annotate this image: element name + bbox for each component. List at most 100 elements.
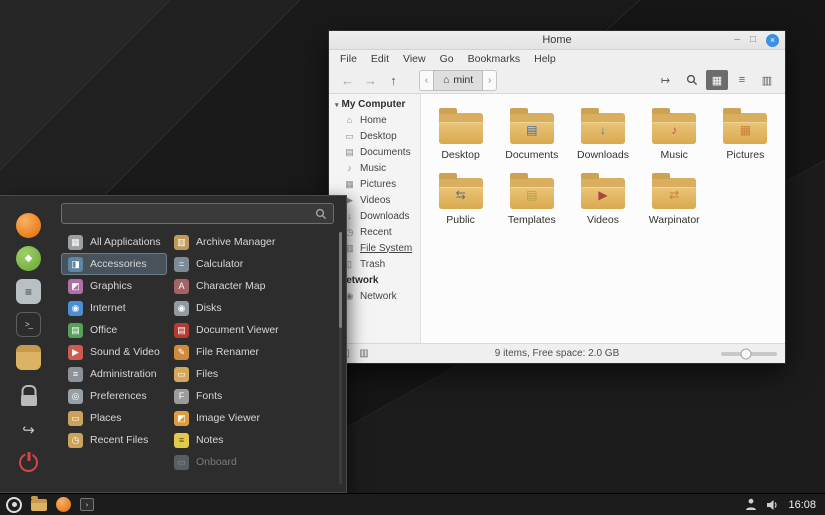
clock[interactable]: 16:08: [788, 499, 816, 511]
sidebar-item-music[interactable]: ♪ Music: [329, 160, 420, 176]
menu-app-character-map[interactable]: A Character Map: [167, 275, 334, 297]
desktop-surface[interactable]: Home – □ × FileEditViewGoBookmarksHelp ←…: [0, 0, 825, 515]
onboard-icon: ▭: [174, 455, 189, 470]
menu-app-disks[interactable]: ◉ Disks: [167, 297, 334, 319]
menubar-bookmarks[interactable]: Bookmarks: [461, 53, 528, 65]
menu-category-graphics[interactable]: ◩ Graphics: [61, 275, 167, 297]
file-desktop[interactable]: Desktop: [425, 102, 496, 163]
file-videos[interactable]: ▶ Videos: [567, 167, 638, 228]
menu-category-places[interactable]: ▭ Places: [61, 407, 167, 429]
menubar-help[interactable]: Help: [527, 53, 563, 65]
file-pictures[interactable]: ▦ Pictures: [710, 102, 781, 163]
menu-category-office[interactable]: ▤ Office: [61, 319, 167, 341]
menu-category-recent-files[interactable]: ◷ Recent Files: [61, 429, 167, 451]
sidebar-item-desktop[interactable]: ▭ Desktop: [329, 128, 420, 144]
menubar-go[interactable]: Go: [433, 53, 461, 65]
file-view[interactable]: Desktop ▤ Documents ↓ Downloads ♪ Music …: [421, 94, 785, 343]
menubar-edit[interactable]: Edit: [364, 53, 396, 65]
menu-app-calculator[interactable]: = Calculator: [167, 253, 334, 275]
menu-category-sound-video[interactable]: ▶ Sound & Video: [61, 341, 167, 363]
recent-files-icon: ◷: [68, 433, 83, 448]
breadcrumb-prev-button[interactable]: ‹: [419, 70, 433, 91]
music-folder-icon: ♪: [652, 113, 696, 144]
file-documents[interactable]: ▤ Documents: [496, 102, 567, 163]
window-title: Home: [542, 34, 571, 46]
firefox-shortcut[interactable]: [16, 213, 41, 238]
mint-menu: ◆ ≡ >_ ↪ ▦ All Applications ◨ Accessorie…: [0, 195, 347, 493]
menu-scrollbar-thumb[interactable]: [339, 232, 342, 328]
file-downloads[interactable]: ↓ Downloads: [567, 102, 638, 163]
system-settings-shortcut[interactable]: ≡: [16, 279, 41, 304]
menu-scrollbar[interactable]: [339, 232, 342, 484]
home-icon: ⌂: [344, 116, 355, 125]
back-button[interactable]: ←: [336, 70, 359, 91]
logout-button[interactable]: ↪: [16, 417, 41, 442]
places-icon: ▭: [68, 411, 83, 426]
titlebar[interactable]: Home – □ ×: [329, 31, 785, 50]
sidebar-item-documents[interactable]: ▤ Documents: [329, 144, 420, 160]
menubar-view[interactable]: View: [396, 53, 433, 65]
lock-screen-button[interactable]: [16, 384, 41, 409]
toggle-treeview-button[interactable]: ▥: [356, 346, 372, 361]
statusbar: 9 items, Free space: 2.0 GB ◧ ▥: [329, 343, 785, 363]
files-shortcut[interactable]: [16, 345, 41, 370]
documents-icon: ▤: [344, 148, 355, 157]
menu-app-fonts[interactable]: F Fonts: [167, 385, 334, 407]
breadcrumb: ‹ ⌂ mint ›: [419, 70, 497, 91]
character-map-icon: A: [174, 279, 189, 294]
search-input[interactable]: [68, 208, 315, 220]
menu-app-document-viewer[interactable]: ▤ Document Viewer: [167, 319, 334, 341]
search-icon: [686, 74, 698, 86]
compact-view-button[interactable]: ▥: [756, 70, 778, 90]
administration-icon: ≡: [68, 367, 83, 382]
menu-app-image-viewer[interactable]: ◩ Image Viewer: [167, 407, 334, 429]
zoom-knob[interactable]: [741, 348, 752, 359]
menu-category-preferences[interactable]: ◎ Preferences: [61, 385, 167, 407]
file-public[interactable]: ⇆ Public: [425, 167, 496, 228]
file-renamer-icon: ✎: [174, 345, 189, 360]
menubar-file[interactable]: File: [333, 53, 364, 65]
public-folder-icon: ⇆: [439, 178, 483, 209]
file-music[interactable]: ♪ Music: [639, 102, 710, 163]
menu-category-accessories[interactable]: ◨ Accessories: [61, 253, 167, 275]
file-warpinator[interactable]: ⇄ Warpinator: [639, 167, 710, 228]
sidebar-section-my-computer[interactable]: ▾ My Computer: [329, 97, 420, 112]
menu-app-onboard[interactable]: ▭ Onboard: [167, 451, 334, 473]
volume-icon[interactable]: [766, 499, 779, 511]
menu-category-administration[interactable]: ≡ Administration: [61, 363, 167, 385]
sidebar-item-home[interactable]: ⌂ Home: [329, 112, 420, 128]
maximize-button[interactable]: □: [750, 35, 756, 45]
menu-app-file-renamer[interactable]: ✎ File Renamer: [167, 341, 334, 363]
application-list: ▥ Archive Manager = Calculator A Charact…: [167, 231, 334, 488]
firefox-launcher-icon[interactable]: [56, 497, 71, 512]
toggle-location-entry-button[interactable]: ↦: [654, 70, 677, 91]
forward-button[interactable]: →: [359, 70, 382, 91]
minimize-button[interactable]: –: [734, 35, 740, 45]
breadcrumb-home-button[interactable]: ⌂ mint: [433, 70, 483, 91]
close-button[interactable]: ×: [766, 34, 779, 47]
zoom-slider[interactable]: [721, 352, 777, 356]
up-button[interactable]: ↑: [382, 70, 405, 91]
file-templates[interactable]: ▤ Templates: [496, 167, 567, 228]
menu-app-notes[interactable]: ≡ Notes: [167, 429, 334, 451]
fonts-icon: F: [174, 389, 189, 404]
menu-button[interactable]: [6, 497, 22, 513]
quit-button[interactable]: [16, 450, 41, 475]
list-view-button[interactable]: ≡: [731, 70, 753, 90]
menu-category-all-applications[interactable]: ▦ All Applications: [61, 231, 167, 253]
menu-app-archive-manager[interactable]: ▥ Archive Manager: [167, 231, 334, 253]
menu-app-files[interactable]: ▭ Files: [167, 363, 334, 385]
search-button[interactable]: [680, 70, 703, 91]
sidebar-item-pictures[interactable]: ▦ Pictures: [329, 176, 420, 192]
warpinator-folder-icon: ⇄: [652, 178, 696, 209]
icon-view-button[interactable]: ▦: [706, 70, 728, 90]
file-manager-window: Home – □ × FileEditViewGoBookmarksHelp ←…: [328, 30, 786, 364]
user-applet-icon[interactable]: [745, 498, 757, 511]
software-manager-shortcut[interactable]: ◆: [16, 246, 41, 271]
pictures-icon: ▦: [344, 180, 355, 189]
breadcrumb-next-button[interactable]: ›: [483, 70, 497, 91]
menu-category-internet[interactable]: ◉ Internet: [61, 297, 167, 319]
files-launcher-icon[interactable]: [31, 499, 47, 511]
terminal-launcher-icon[interactable]: ›: [80, 498, 94, 511]
terminal-shortcut[interactable]: >_: [16, 312, 41, 337]
